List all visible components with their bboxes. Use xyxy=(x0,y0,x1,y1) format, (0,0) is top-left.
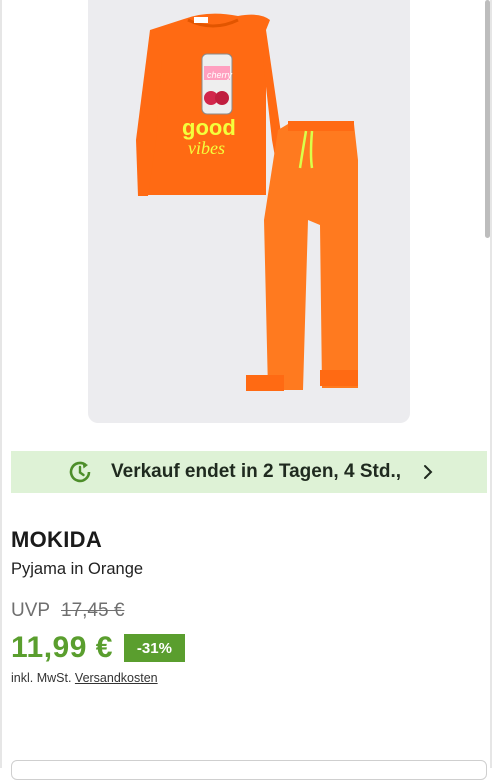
current-price: 11,99 € xyxy=(11,631,113,664)
size-selector[interactable] xyxy=(11,760,487,780)
clock-arrow-icon xyxy=(69,461,91,483)
uvp-old-price: 17,45 € xyxy=(61,600,125,621)
can-label: cherry xyxy=(207,70,233,80)
uvp-label: UVP xyxy=(11,600,50,621)
sale-countdown-banner[interactable]: Verkauf endet in 2 Tagen, 4 Std., xyxy=(11,451,487,493)
current-price-row: 11,99 € -31% xyxy=(11,631,185,665)
product-title: Pyjama in Orange xyxy=(11,560,144,578)
shipping-costs-link[interactable]: Versandkosten xyxy=(75,671,158,685)
left-border xyxy=(0,0,2,768)
print-vibes: vibes xyxy=(188,138,225,158)
sale-countdown-text: Verkauf endet in 2 Tagen, 4 Std., xyxy=(111,461,402,482)
tax-text: inkl. MwSt. xyxy=(11,671,72,685)
scrollbar[interactable] xyxy=(485,0,490,238)
brand-name[interactable]: MOKIDA xyxy=(11,527,102,553)
print-good: good xyxy=(182,115,236,140)
pyjama-illustration: cherry good vibes xyxy=(136,13,358,391)
uvp-price-row: UVP 17,45 € xyxy=(11,600,124,622)
tax-info: inkl. MwSt. Versandkosten xyxy=(11,671,158,685)
discount-badge: -31% xyxy=(123,634,185,662)
chevron-right-icon xyxy=(424,465,433,479)
product-image[interactable]: cherry good vibes xyxy=(88,0,410,423)
